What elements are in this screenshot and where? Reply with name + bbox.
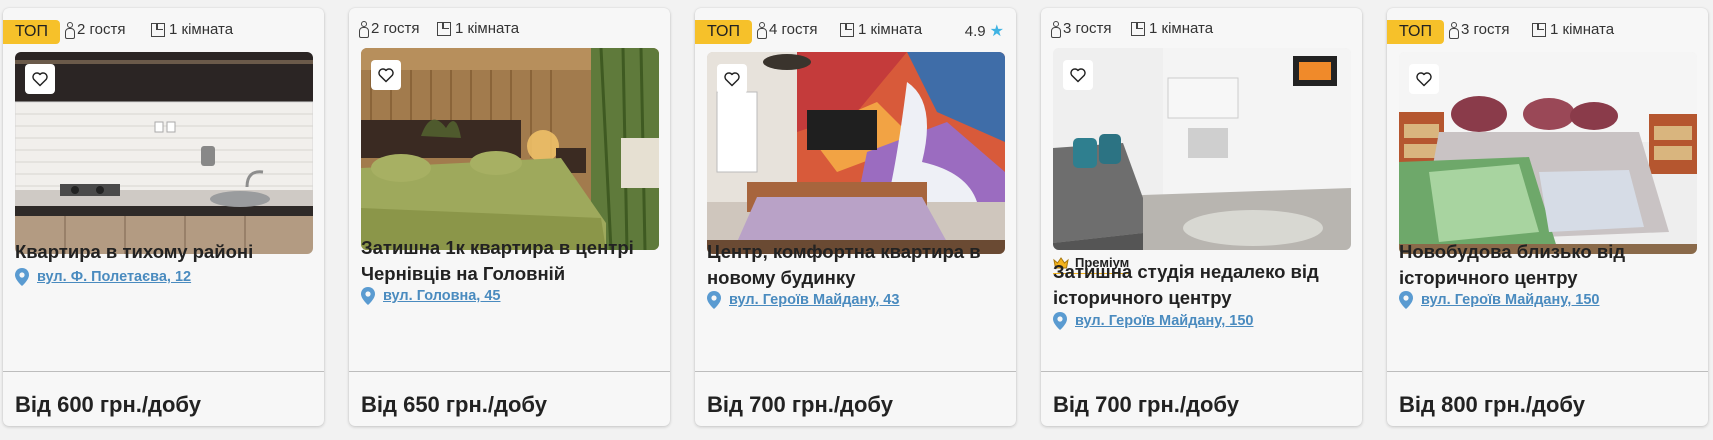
guests-info: 3 гостя [1449,21,1510,39]
listing-title[interactable]: Затишна студія недалеко від історичного … [1053,259,1352,311]
listing-title[interactable]: Центр, комфортна квартира в новому будин… [707,239,1006,291]
person-icon [1449,21,1459,39]
card-header: ТОП 4 гостя 1 кімната 4.9 ★ [695,8,1016,48]
heart-icon [378,68,394,83]
card-header: ТОП 2 гостя 1 кімната [3,8,324,48]
rooms-info: 1 кімната [1532,21,1614,38]
top-badge: ТОП [3,20,60,44]
guests-label: 2 гостя [77,21,126,38]
card-header: 3 гостя 1 кімната [1041,8,1362,48]
listing-price: Від 600 грн./добу [15,392,201,417]
listing-photo-painting-bedroom[interactable] [707,52,1005,254]
listing-title[interactable]: Новобудова близько від історичного центр… [1399,239,1698,291]
listing-address[interactable]: вул. Героїв Майдану, 150 [1053,312,1253,330]
map-pin-icon [1053,312,1067,330]
top-badge: ТОП [695,20,752,44]
rooms-label: 1 кімната [455,20,520,37]
address-label[interactable]: вул. Головна, 45 [383,288,501,304]
room-icon [437,21,451,36]
card-header: ТОП 3 гостя 1 кімната [1387,8,1708,48]
heart-icon [724,72,740,87]
divider [695,371,1016,372]
listing-photo-studio[interactable] [1053,48,1351,250]
listing-card[interactable]: ТОП 2 гостя 1 кімната Квартира в тихому … [3,8,324,426]
room-icon [1131,21,1145,36]
person-icon [757,21,767,39]
favorite-button[interactable] [1409,64,1439,94]
map-pin-icon [15,268,29,286]
address-label[interactable]: вул. Ф. Полетаєва, 12 [37,269,191,285]
heart-icon [1070,68,1086,83]
address-label[interactable]: вул. Героїв Майдану, 43 [729,292,899,308]
person-icon [359,20,369,38]
rating-value: 4.9 [964,22,986,40]
map-pin-icon [1399,291,1413,309]
listing-price: Від 800 грн./добу [1399,392,1585,417]
listing-photo-bedroom-two-beds[interactable] [1399,52,1697,254]
divider [1387,371,1708,372]
favorite-button[interactable] [371,60,401,90]
rooms-info: 1 кімната [840,21,922,38]
address-label[interactable]: вул. Героїв Майдану, 150 [1075,313,1253,329]
guests-label: 4 гостя [769,21,818,38]
divider [1041,371,1362,372]
listing-photo-bedroom[interactable] [361,48,659,250]
listing-address[interactable]: вул. Ф. Полетаєва, 12 [15,268,191,286]
guests-info: 2 гостя [359,20,420,38]
divider [3,371,324,372]
guests-info: 3 гостя [1051,20,1112,38]
guests-label: 3 гостя [1063,20,1112,37]
guests-label: 2 гостя [371,20,420,37]
favorite-button[interactable] [717,64,747,94]
listing-card[interactable]: ТОП 4 гостя 1 кімната 4.9 ★ Центр, комфо… [695,8,1016,426]
divider [349,371,670,372]
rooms-label: 1 кімната [169,21,234,38]
listing-address[interactable]: вул. Героїв Майдану, 150 [1399,291,1599,309]
listing-title[interactable]: Квартира в тихому районі [15,239,314,265]
listing-price: Від 650 грн./добу [361,392,547,417]
listing-address[interactable]: вул. Головна, 45 [361,287,501,305]
person-icon [1051,20,1061,38]
listing-address[interactable]: вул. Героїв Майдану, 43 [707,291,899,309]
rooms-label: 1 кімната [1550,21,1615,38]
listing-card[interactable]: 2 гостя 1 кімната Затишна 1к квартира в … [349,8,670,426]
listing-title[interactable]: Затишна 1к квартира в центрі Чернівців н… [361,235,660,287]
favorite-button[interactable] [1063,60,1093,90]
map-pin-icon [361,287,375,305]
listing-price: Від 700 грн./добу [1053,392,1239,417]
rooms-info: 1 кімната [151,21,233,38]
room-icon [1532,22,1546,37]
rating: 4.9 ★ [965,21,1004,41]
rooms-label: 1 кімната [858,21,923,38]
rooms-info: 1 кімната [1131,20,1213,37]
listing-price: Від 700 грн./добу [707,392,893,417]
star-icon: ★ [989,23,1004,40]
guests-label: 3 гостя [1461,21,1510,38]
heart-icon [32,72,48,87]
map-pin-icon [707,291,721,309]
room-icon [151,22,165,37]
card-header: 2 гостя 1 кімната [349,8,670,48]
listing-card[interactable]: 3 гостя 1 кімната Преміум Затишна студія… [1041,8,1362,426]
guests-info: 2 гостя [65,21,126,39]
top-badge: ТОП [1387,20,1444,44]
rooms-info: 1 кімната [437,20,519,37]
heart-icon [1416,72,1432,87]
favorite-button[interactable] [25,64,55,94]
listing-card[interactable]: ТОП 3 гостя 1 кімната Новобудова близько… [1387,8,1708,426]
listing-photo-kitchen[interactable] [15,52,313,254]
rooms-label: 1 кімната [1149,20,1214,37]
room-icon [840,22,854,37]
guests-info: 4 гостя [757,21,818,39]
address-label[interactable]: вул. Героїв Майдану, 150 [1421,292,1599,308]
person-icon [65,21,75,39]
